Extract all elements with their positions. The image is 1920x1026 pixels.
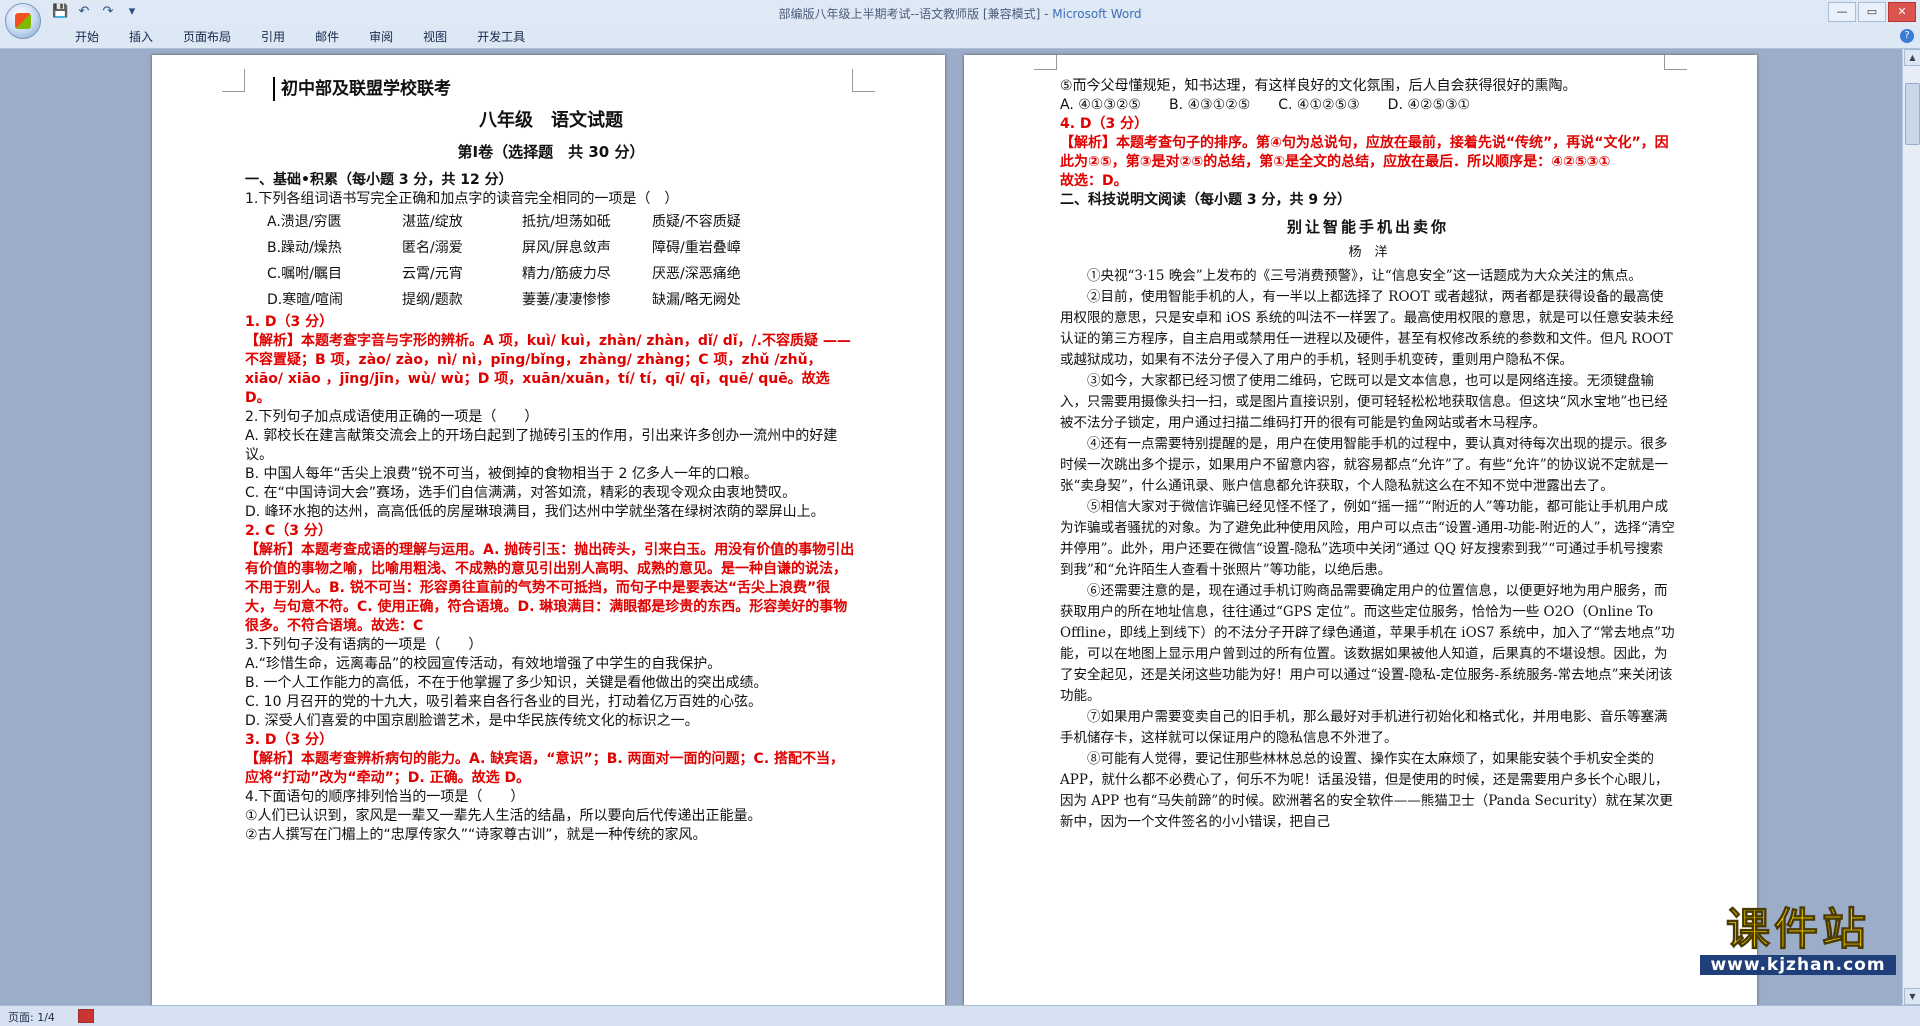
q2-option-c: C. 在“中国诗词大会”赛场，选手们自信满满，对答如流，精彩的表现令观众由衷地赞…: [245, 485, 797, 501]
option-cell: 提纲/题款: [402, 292, 463, 308]
scroll-down-icon[interactable]: ▼: [1904, 988, 1920, 1005]
volume-heading: 第Ⅰ卷（选择题 共 30 分）: [457, 143, 645, 161]
section-heading: 一、基础•积累（每小题 3 分，共 12 分）: [245, 172, 513, 188]
article-paragraph: ⑧可能有人觉得，要记住那些林林总总的设置、操作实在太麻烦了，如果能安装个手机安全…: [1060, 751, 1673, 830]
article-paragraph: ④还有一点需要特别提醒的是，用户在使用智能手机的过程中，要认真对待每次出现的提示…: [1060, 436, 1669, 494]
help-icon[interactable]: ?: [1900, 29, 1914, 43]
option-cell: 萋萋/凄凄惨惨: [522, 292, 611, 308]
question-4: 4.下面语句的顺序排列恰当的一项是（ ）: [245, 789, 525, 805]
q3-option-c: C. 10 月召开的党的十九大，吸引着来自各行各业的目光，打动着亿万百姓的心弦。: [245, 694, 762, 710]
scroll-thumb[interactable]: [1905, 83, 1920, 145]
option-cell: 云霄/元宵: [402, 266, 463, 282]
app-name: Microsoft Word: [1052, 7, 1142, 21]
q3-option-d: D. 深受人们喜爱的中国京剧脸谱艺术，是中华民族传统文化的标识之一。: [245, 713, 699, 729]
tab-references[interactable]: 引用: [246, 29, 300, 45]
tab-insert[interactable]: 插入: [114, 29, 168, 45]
document-workspace: 初中部及联盟学校联考 八年级 语文试题 第Ⅰ卷（选择题 共 30 分） 一、基础…: [0, 49, 1920, 1005]
title-bar: 💾 ↶ ↷ ▾ 部编版八年级上半期考试--语文教师版 [兼容模式] - Micr…: [0, 0, 1920, 27]
option-cell: B.躁动/燥热: [267, 240, 342, 256]
q4-line-5: ⑤而今父母懂规矩，知书达理，有这样良好的文化氛围，后人自会获得很好的熏陶。: [1060, 78, 1577, 94]
maximize-button[interactable]: ▭: [1858, 2, 1886, 22]
explanation-3: 【解析】本题考查辨析病句的能力。A. 缺宾语，“意识”；B. 两面对一面的问题；…: [245, 751, 845, 786]
page-1-content: 初中部及联盟学校联考 八年级 语文试题 第Ⅰ卷（选择题 共 30 分） 一、基础…: [245, 75, 857, 845]
page-2-content: ⑤而今父母懂规矩，知书达理，有这样良好的文化氛围，后人自会获得很好的熏陶。 A.…: [1060, 77, 1676, 833]
window-title: 部编版八年级上半期考试--语文教师版 [兼容模式] - Microsoft Wo…: [0, 5, 1920, 22]
article-title: 别让智能手机出卖你: [1286, 218, 1449, 236]
option-cell: D.寒暄/喧闹: [267, 292, 343, 308]
exam-title: 八年级 语文试题: [479, 110, 623, 131]
q1-options: A.溃退/穷匮 湛蓝/绽放 抵抗/坦荡如砥 质疑/不容质疑 B.躁动/燥热 匿名/溺爱 屏…: [245, 209, 857, 313]
close-button[interactable]: ✕: [1888, 2, 1916, 22]
document-title: 部编版八年级上半期考试--语文教师版 [兼容模式] -: [778, 7, 1053, 21]
q4-line-2: ②古人撰写在门楣上的“忠厚传家久”“诗家尊古训”，就是一种传统的家风。: [245, 827, 707, 843]
article-paragraph: ②目前，使用智能手机的人，有一半以上都选择了 ROOT 或者越狱，两者都是获得设…: [1060, 289, 1674, 368]
crop-mark: [1034, 55, 1057, 70]
answer-3: 3. D（3 分）: [245, 732, 334, 748]
option-cell: 障碍/重岩叠嶂: [652, 240, 741, 256]
article-paragraph: ⑤相信大家对于微信诈骗已经见怪不怪了，例如“摇一摇”“附近的人”等功能，都可能让…: [1060, 499, 1675, 578]
tab-home[interactable]: 开始: [60, 29, 114, 45]
explanation-4: 【解析】本题考查句子的排序。第④句为总说句，应放在最前，接着先说“传统”，再说“…: [1060, 135, 1669, 170]
option-cell: 匿名/溺爱: [402, 240, 463, 256]
answer-1: 1. D（3 分）: [245, 314, 334, 330]
option-cell: 质疑/不容质疑: [652, 214, 741, 230]
explanation-2: 【解析】本题考查成语的理解与运用。A. 抛砖引玉：抛出砖头，引来白玉。用没有价值…: [245, 542, 855, 634]
question-3: 3.下列句子没有语病的一项是（ ）: [245, 637, 483, 653]
office-logo-icon: [15, 13, 31, 29]
q3-option-b: B. 一个人工作能力的高低，不在于他掌握了多少知识，关键是看他做出的突出成绩。: [245, 675, 768, 691]
answer-4: 4. D（3 分）: [1060, 116, 1149, 132]
explanation-1: 【解析】本题考查字音与字形的辨析。A 项，kuì/ kuì，zhàn/ zhàn…: [245, 333, 851, 406]
article-author: 杨 洋: [1348, 245, 1388, 260]
window-controls: — ▭ ✕: [1828, 2, 1916, 22]
minimize-button[interactable]: —: [1828, 2, 1856, 22]
document-page-2[interactable]: ⑤而今父母懂规矩，知书达理，有这样良好的文化氛围，后人自会获得很好的熏陶。 A.…: [964, 55, 1757, 1005]
ribbon-tabs: 开始 插入 页面布局 引用 邮件 审阅 视图 开发工具 ?: [0, 26, 1920, 49]
school-heading: 初中部及联盟学校联考: [273, 77, 857, 101]
option-cell: A.溃退/穷匮: [267, 214, 342, 230]
article-paragraph: ⑥还需要注意的是，现在通过手机订购商品需要确定用户的位置信息，以便更好地为用户服…: [1060, 583, 1675, 704]
answer-2: 2. C（3 分）: [245, 523, 332, 539]
page-count[interactable]: 页面: 1/4: [8, 1009, 55, 1025]
question-1: 1.下列各组词语书写完全正确和加点字的读音完全相同的一项是（ ）: [245, 191, 679, 207]
tab-mailings[interactable]: 邮件: [300, 29, 354, 45]
scroll-up-icon[interactable]: ▲: [1904, 49, 1920, 66]
watermark-logo: 课件站 www.kjzhan.com: [1700, 904, 1896, 975]
tab-developer[interactable]: 开发工具: [462, 29, 540, 45]
option-cell: 缺漏/略无阙处: [652, 292, 741, 308]
q4-options: A. ④①③②⑤ B. ④③①②⑤ C. ④①②⑤③ D. ④②⑤③①: [1060, 97, 1471, 113]
tab-page-layout[interactable]: 页面布局: [168, 29, 246, 45]
tab-view[interactable]: 视图: [408, 29, 462, 45]
office-button[interactable]: [5, 3, 41, 39]
q2-option-a: A. 郭校长在建言献策交流会上的开场白起到了抛砖引玉的作用，引出来许多创办一流州…: [245, 428, 838, 463]
question-2: 2.下列句子加点成语使用正确的一项是（ ）: [245, 409, 539, 425]
crop-mark: [222, 69, 245, 92]
document-page-1[interactable]: 初中部及联盟学校联考 八年级 语文试题 第Ⅰ卷（选择题 共 30 分） 一、基础…: [152, 55, 945, 1005]
crop-mark: [1664, 55, 1687, 70]
option-cell: 湛蓝/绽放: [402, 214, 463, 230]
option-cell: 抵抗/坦荡如砥: [522, 214, 611, 230]
q3-option-a: A.“珍惜生命，远离毒品”的校园宣传活动，有效地增强了中学生的自我保护。: [245, 656, 722, 672]
q2-option-d: D. 峰环水抱的达州，高高低低的房屋琳琅满目，我们达州中学就坐落在绿树浓荫的翠屏…: [245, 504, 825, 520]
vertical-scrollbar[interactable]: ▲ ▼: [1902, 49, 1920, 1005]
explanation-4-end: 故选：D。: [1060, 173, 1128, 189]
article-paragraph: ①央视“3·15 晚会”上发布的《三号消费预警》，让“信息安全”这一话题成为大众…: [1087, 268, 1642, 284]
macro-record-icon[interactable]: [78, 1009, 94, 1023]
q4-line-1: ①人们已认识到，家风是一辈又一辈先人生活的结晶，所以要向后代传递出正能量。: [245, 808, 762, 824]
q2-option-b: B. 中国人每年“舌尖上浪费”锐不可当，被倒掉的食物相当于 2 亿多人一年的口粮…: [245, 466, 758, 482]
section-heading-2: 二、科技说明文阅读（每小题 3 分，共 9 分）: [1060, 192, 1351, 208]
article-paragraph: ⑦如果用户需要变卖自己的旧手机，那么最好对手机进行初始化和格式化，并用电影、音乐…: [1060, 709, 1668, 746]
status-bar: 页面: 1/4: [0, 1005, 1920, 1026]
tab-review[interactable]: 审阅: [354, 29, 408, 45]
watermark-url: www.kjzhan.com: [1700, 955, 1896, 975]
option-cell: C.嘱咐/瞩目: [267, 266, 342, 282]
option-cell: 精力/筋疲力尽: [522, 266, 611, 282]
article-paragraph: ③如今，大家都已经习惯了使用二维码，它既可以是文本信息，也可以是网络连接。无须键…: [1060, 373, 1668, 431]
option-cell: 厌恶/深恶痛绝: [652, 266, 741, 282]
option-cell: 屏风/屏息敛声: [522, 240, 611, 256]
watermark-text: 课件站: [1726, 904, 1870, 955]
